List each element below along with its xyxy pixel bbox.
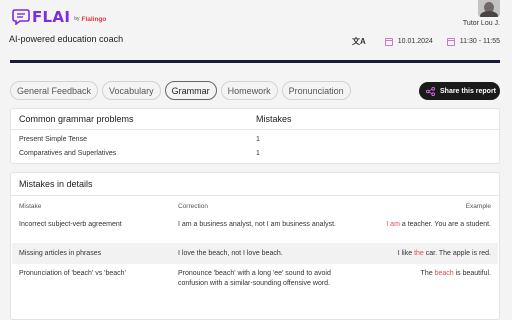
- grammar-problems-card: Common grammar problems Mistakes Present…: [10, 108, 500, 164]
- calendar-icon: [446, 37, 455, 46]
- logo-text: FLAI: [32, 8, 71, 26]
- session-meta: 文A 10.01.2024 11:30 - 11:55: [352, 36, 500, 47]
- session-time: 11:30 - 11:55: [459, 38, 500, 45]
- report-tabs: General Feedback Vocabulary Grammar Home…: [10, 81, 355, 100]
- tutor-avatar[interactable]: [478, 0, 500, 17]
- problem-name: Present Simple Tense: [19, 136, 87, 143]
- problem-count: 1: [256, 136, 260, 143]
- mistake-cell: Pronunciation of 'beach' vs 'beach': [19, 270, 126, 277]
- share-report-button[interactable]: Share this report: [419, 82, 500, 100]
- logo-by: by: [74, 16, 80, 22]
- mistake-column-header: Mistake: [19, 203, 42, 210]
- mistake-cell: Missing articles in phrases: [19, 250, 102, 257]
- header-divider: [10, 60, 500, 63]
- divider: [11, 129, 499, 130]
- tab-pronunciation[interactable]: Pronunciation: [281, 81, 351, 100]
- session-date: 10.01.2024: [397, 38, 433, 45]
- tab-grammar[interactable]: Grammar: [164, 81, 217, 100]
- example-highlight: beach: [434, 270, 454, 277]
- chat-bubble-icon: [12, 9, 30, 26]
- correction-cell: Pronounce 'beach' with a long 'ee' sound…: [178, 270, 331, 287]
- correction-column-header: Correction: [178, 203, 208, 210]
- share-icon: [426, 86, 435, 96]
- tab-vocabulary[interactable]: Vocabulary: [102, 81, 161, 100]
- mistakes-details-card: Mistakes in details Mistake Correction E…: [10, 172, 500, 320]
- example-cell: The beach is beautiful.: [420, 270, 491, 277]
- example-highlight: I am: [386, 221, 400, 228]
- tutor-name: Tutor Lou J.: [462, 20, 500, 27]
- example-highlight: the: [414, 250, 424, 257]
- correction-cell: I love the beach, not I love beach.: [178, 250, 283, 257]
- example-cell: I am a teacher. You are a student.: [386, 221, 491, 228]
- translate-icon[interactable]: 文A: [352, 36, 366, 47]
- problem-name: Comparatives and Superlatives: [19, 150, 117, 157]
- tab-general-feedback[interactable]: General Feedback: [10, 81, 99, 100]
- problems-title: Common grammar problems: [19, 114, 134, 124]
- page-subtitle: AI-powered education coach: [9, 34, 124, 44]
- correction-cell: I am a business analyst, not I am busine…: [178, 221, 336, 228]
- details-title: Mistakes in details: [19, 179, 93, 189]
- calendar-icon: [384, 37, 393, 46]
- share-label: Share this report: [440, 87, 497, 95]
- mistake-cell: Incorrect subject-verb agreement: [19, 221, 122, 228]
- app-header: FLAI by Flalingo AI-powered education co…: [0, 0, 512, 62]
- divider: [11, 195, 499, 196]
- problem-count: 1: [256, 150, 260, 157]
- example-column-header: Example: [465, 203, 491, 210]
- logo-brand: Flalingo: [81, 15, 107, 23]
- logo[interactable]: FLAI by Flalingo: [12, 8, 106, 26]
- mistakes-column-header: Mistakes: [256, 114, 292, 124]
- example-cell: I like the car. The apple is red.: [397, 250, 491, 257]
- tab-homework[interactable]: Homework: [220, 81, 278, 100]
